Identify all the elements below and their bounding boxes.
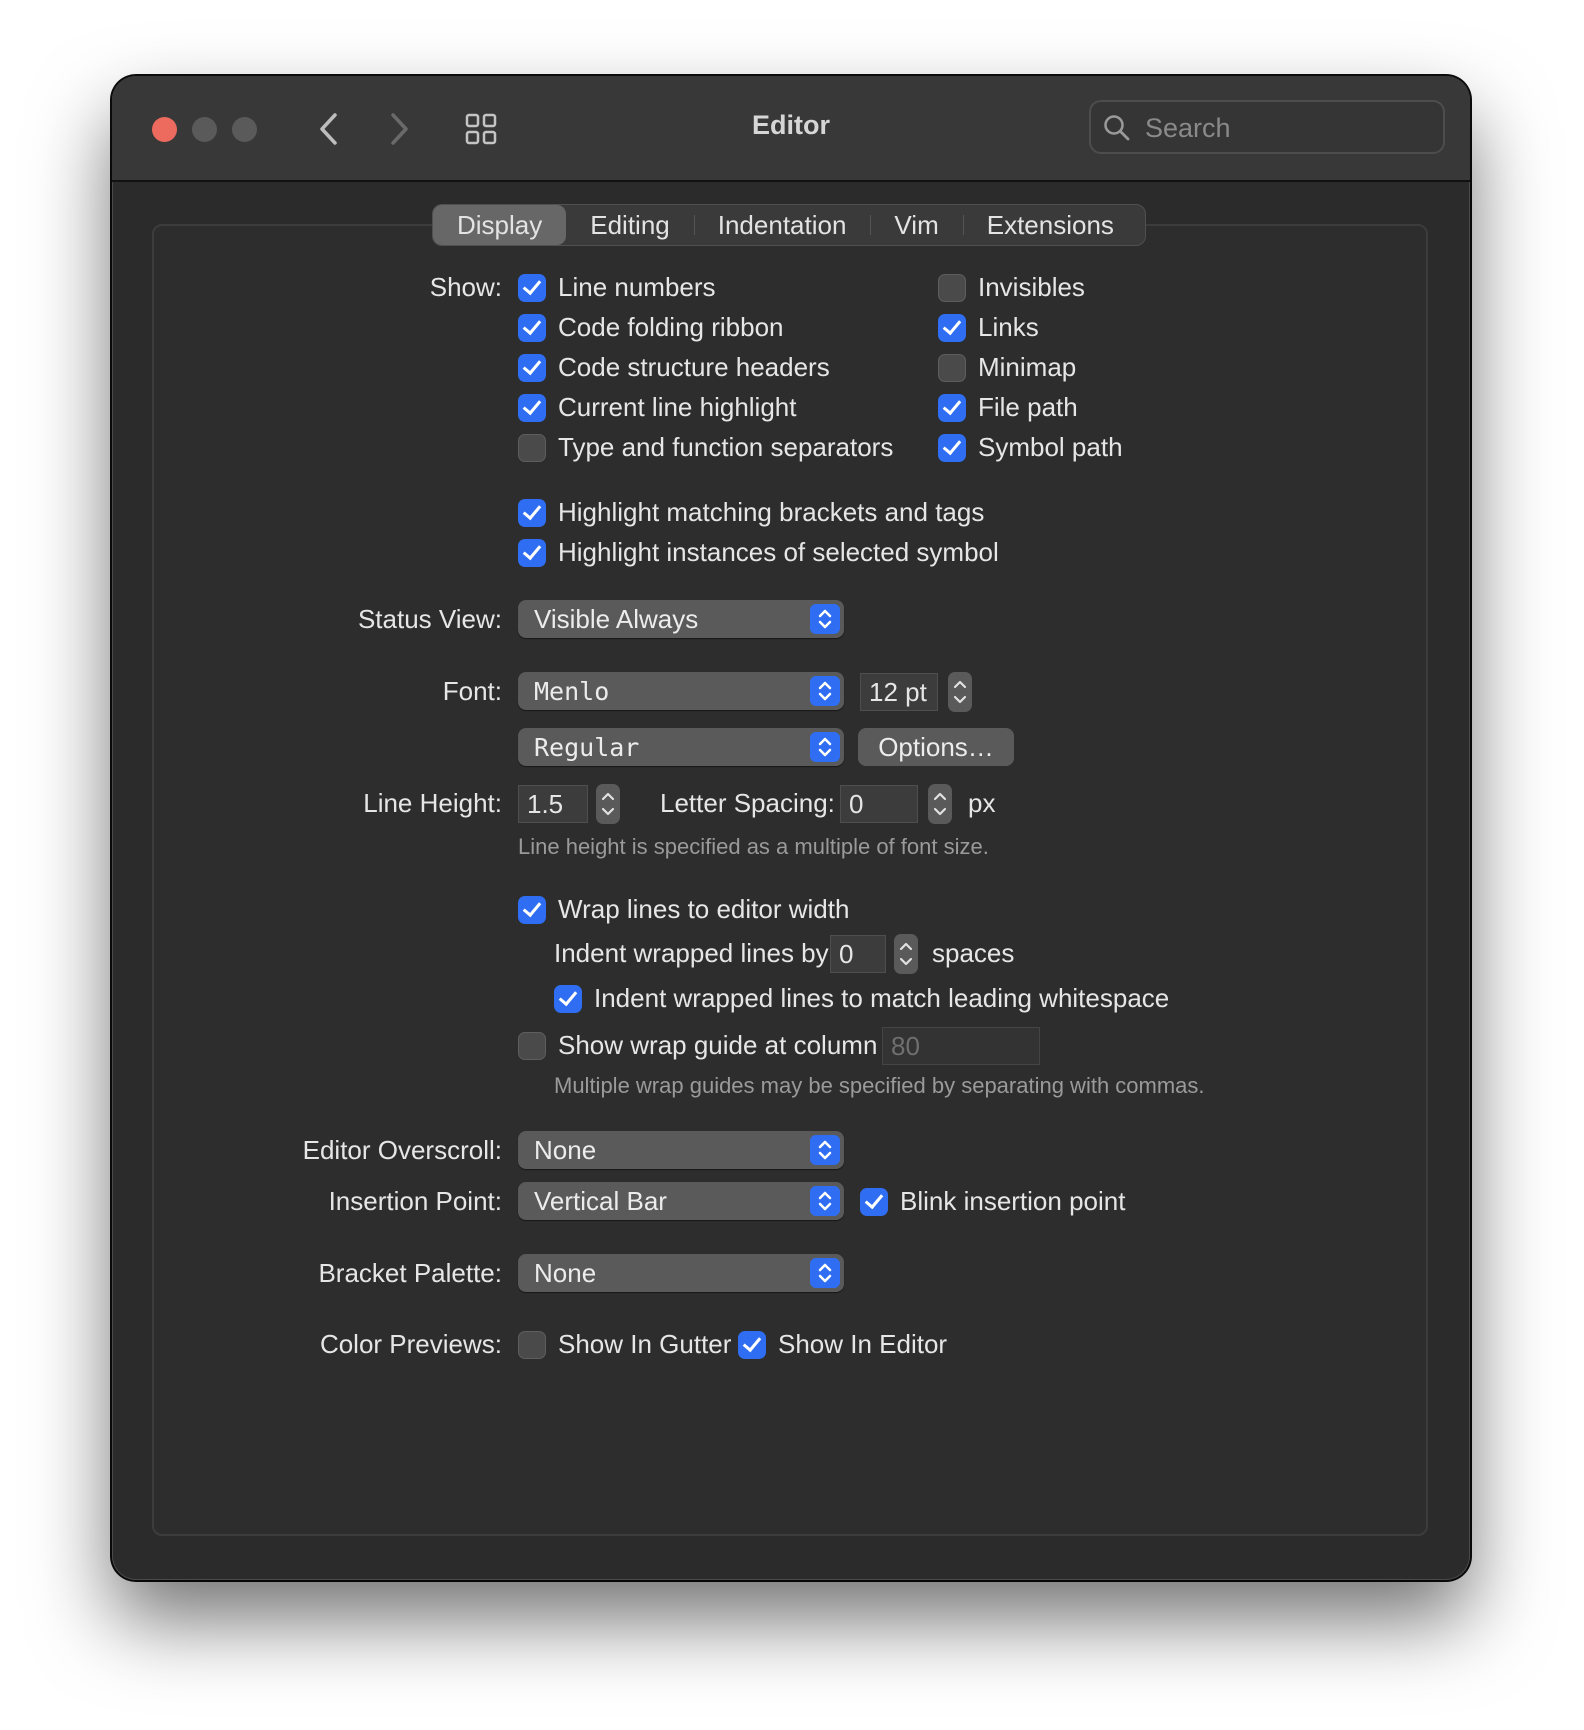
color-previews-label: Color Previews: — [319, 1329, 502, 1359]
chevron-up-down-icon — [810, 676, 840, 706]
invisibles-checkbox[interactable] — [938, 274, 966, 302]
symbol-path-checkbox[interactable] — [938, 434, 966, 462]
line-height-label: Line Height: — [363, 788, 502, 818]
type-function-separators-checkbox[interactable] — [518, 434, 546, 462]
wrap-guide-hint: Multiple wrap guides may be specified by… — [554, 1073, 1205, 1098]
stepper-arrows-icon — [899, 942, 913, 966]
wrap-guide-label: Show wrap guide at column — [558, 1030, 878, 1060]
stepper-arrows-icon — [953, 680, 967, 704]
indent-wrapped-stepper[interactable] — [894, 934, 918, 974]
status-view-label: Status View: — [357, 604, 502, 634]
chevron-up-down-icon — [810, 1186, 840, 1216]
indent-match-label: Indent wrapped lines to match leading wh… — [594, 983, 1170, 1013]
minimap-checkbox[interactable] — [938, 354, 966, 382]
insertion-point-value: Vertical Bar — [534, 1186, 667, 1216]
blink-insertion-label: Blink insertion point — [900, 1186, 1126, 1216]
symbol-path-label: Symbol path — [978, 432, 1123, 462]
font-family-value: Menlo — [534, 677, 610, 706]
bracket-palette-value: None — [534, 1258, 597, 1288]
wrap-guide-field[interactable]: 80 — [882, 1027, 1040, 1065]
tab-vim[interactable]: Vim — [870, 205, 962, 245]
chevron-up-down-icon — [810, 1258, 840, 1288]
chevron-up-down-icon — [810, 1135, 840, 1165]
search-icon — [1104, 115, 1130, 141]
show-in-editor-label: Show In Editor — [778, 1329, 948, 1359]
line-height-stepper[interactable] — [596, 784, 620, 824]
overscroll-value: None — [534, 1135, 597, 1165]
blink-insertion-checkbox[interactable] — [860, 1188, 888, 1216]
highlight-brackets-checkbox[interactable] — [518, 499, 546, 527]
search-input[interactable] — [1143, 110, 1437, 146]
status-view-popup[interactable]: Visible Always — [518, 600, 844, 638]
chevron-up-down-icon — [810, 604, 840, 634]
tab-extensions[interactable]: Extensions — [962, 205, 1138, 245]
code-folding-ribbon-checkbox[interactable] — [518, 314, 546, 342]
links-label: Links — [978, 312, 1039, 342]
highlight-instances-label: Highlight instances of selected symbol — [558, 537, 999, 567]
overscroll-popup[interactable]: None — [518, 1131, 844, 1169]
tab-indentation[interactable]: Indentation — [693, 205, 871, 245]
overscroll-label: Editor Overscroll: — [302, 1135, 502, 1165]
file-path-label: File path — [978, 392, 1078, 422]
letter-spacing-unit: px — [968, 788, 996, 818]
titlebar: Editor — [112, 76, 1470, 182]
insertion-point-label: Insertion Point: — [328, 1186, 502, 1216]
indent-wrapped-field[interactable]: 0 — [830, 935, 886, 973]
line-numbers-label: Line numbers — [558, 272, 716, 302]
file-path-checkbox[interactable] — [938, 394, 966, 422]
code-structure-headers-checkbox[interactable] — [518, 354, 546, 382]
wrap-lines-checkbox[interactable] — [518, 896, 546, 924]
letter-spacing-stepper[interactable] — [928, 784, 952, 824]
show-in-gutter-label: Show In Gutter — [558, 1329, 732, 1359]
indent-match-checkbox[interactable] — [554, 985, 582, 1013]
wrap-lines-label: Wrap lines to editor width — [558, 894, 850, 924]
font-label: Font: — [442, 676, 502, 706]
wrap-guide-checkbox[interactable] — [518, 1032, 546, 1060]
tab-display[interactable]: Display — [433, 205, 567, 245]
font-size-stepper[interactable] — [948, 672, 972, 712]
insertion-point-popup[interactable]: Vertical Bar — [518, 1182, 844, 1220]
line-numbers-checkbox[interactable] — [518, 274, 546, 302]
code-structure-headers-label: Code structure headers — [558, 352, 830, 382]
current-line-highlight-checkbox[interactable] — [518, 394, 546, 422]
search-field[interactable] — [1089, 100, 1445, 154]
code-folding-ribbon-label: Code folding ribbon — [558, 312, 784, 342]
tab-editing[interactable]: Editing — [566, 205, 694, 245]
letter-spacing-field[interactable]: 0 — [840, 785, 918, 823]
stepper-arrows-icon — [601, 792, 615, 816]
links-checkbox[interactable] — [938, 314, 966, 342]
show-label: Show: — [429, 272, 502, 302]
highlight-brackets-label: Highlight matching brackets and tags — [558, 497, 985, 527]
show-in-editor-checkbox[interactable] — [738, 1331, 766, 1359]
minimap-label: Minimap — [978, 352, 1077, 382]
line-height-field[interactable]: 1.5 — [518, 785, 588, 823]
stepper-arrows-icon — [933, 792, 947, 816]
indent-wrapped-unit: spaces — [932, 938, 1015, 968]
bracket-palette-label: Bracket Palette: — [318, 1258, 502, 1288]
invisibles-label: Invisibles — [978, 272, 1085, 302]
type-function-separators-label: Type and function separators — [558, 432, 894, 462]
highlight-instances-checkbox[interactable] — [518, 539, 546, 567]
indent-wrapped-label: Indent wrapped lines by — [554, 938, 829, 968]
font-family-popup[interactable]: Menlo — [518, 672, 844, 710]
font-style-popup[interactable]: Regular — [518, 728, 844, 766]
show-in-gutter-checkbox[interactable] — [518, 1331, 546, 1359]
chevron-up-down-icon — [810, 732, 840, 762]
font-options-button[interactable]: Options… — [858, 728, 1014, 766]
letter-spacing-label: Letter Spacing: — [660, 788, 835, 818]
font-size-field[interactable]: 12 pt — [860, 673, 938, 711]
preferences-window: Editor Display Editing Indentation Vim E… — [112, 76, 1470, 1580]
status-view-value: Visible Always — [534, 604, 699, 634]
bracket-palette-popup[interactable]: None — [518, 1254, 844, 1292]
current-line-highlight-label: Current line highlight — [558, 392, 797, 422]
tab-bar: Display Editing Indentation Vim Extensio… — [432, 204, 1146, 246]
line-height-hint: Line height is specified as a multiple o… — [518, 834, 989, 859]
font-style-value: Regular — [534, 733, 640, 762]
